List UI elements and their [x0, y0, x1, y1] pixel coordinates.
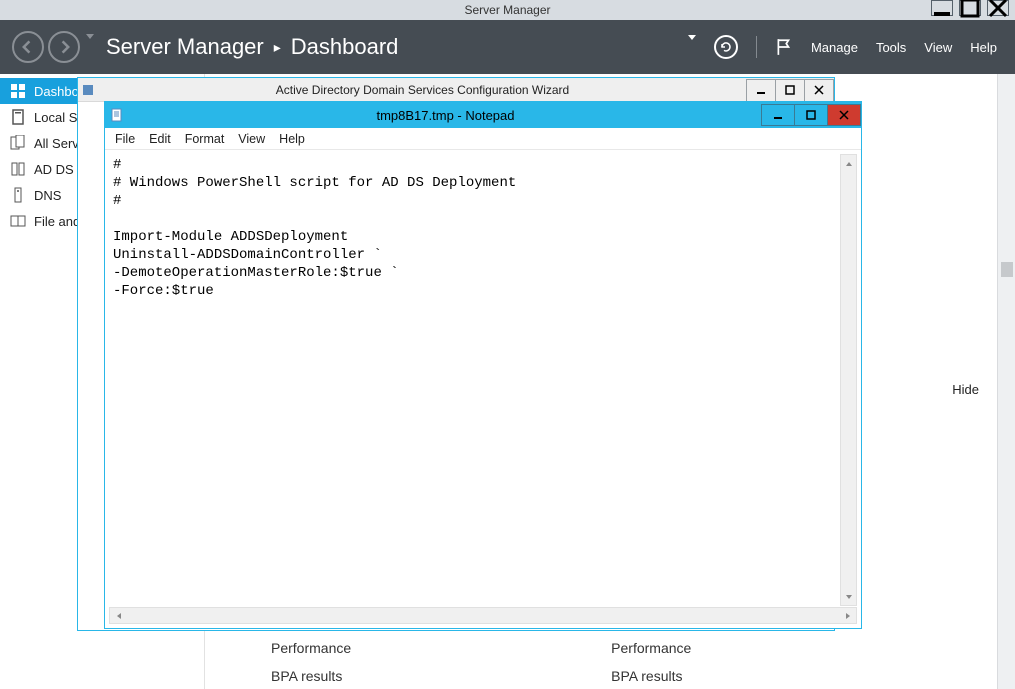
wizard-maximize-button[interactable] — [775, 79, 805, 101]
notepad-menu-file[interactable]: File — [115, 132, 135, 146]
wizard-app-icon — [78, 83, 98, 97]
tile-left: Performance BPA results — [241, 634, 351, 689]
sm-maximize-button[interactable] — [959, 0, 981, 16]
sidebar-label-dns: DNS — [34, 188, 61, 203]
menu-tools[interactable]: Tools — [876, 40, 906, 55]
scroll-right-icon[interactable] — [839, 608, 856, 623]
breadcrumb-caret[interactable] — [688, 40, 696, 55]
notepad-vertical-scrollbar[interactable] — [840, 154, 857, 606]
server-manager-title: Server Manager — [0, 3, 1015, 17]
sm-minimize-button[interactable] — [931, 0, 953, 16]
content-scrollbar[interactable] — [997, 74, 1015, 689]
notepad-window: tmp8B17.tmp - Notepad File Edit Format V… — [104, 101, 862, 629]
wizard-close-button[interactable] — [804, 79, 834, 101]
nav-dropdown-caret[interactable] — [86, 39, 94, 57]
notepad-menu-edit[interactable]: Edit — [149, 132, 171, 146]
dns-icon — [10, 187, 26, 203]
header-divider — [756, 36, 757, 58]
sm-close-button[interactable] — [987, 0, 1009, 16]
scroll-up-icon[interactable] — [841, 155, 856, 172]
notepad-horizontal-scrollbar[interactable] — [109, 607, 857, 624]
server-icon — [10, 109, 26, 125]
header-right: Manage Tools View Help — [688, 35, 1015, 59]
notepad-menu-format[interactable]: Format — [185, 132, 225, 146]
notepad-menu-view[interactable]: View — [238, 132, 265, 146]
chevron-right-icon: ▸ — [274, 39, 281, 56]
notepad-menu-help[interactable]: Help — [279, 132, 305, 146]
server-manager-window-buttons — [931, 0, 1009, 16]
tile-right: Performance BPA results — [581, 634, 691, 689]
wizard-window-buttons — [747, 79, 834, 101]
wizard-title: Active Directory Domain Services Configu… — [98, 83, 747, 97]
notepad-text-area[interactable] — [109, 154, 857, 606]
notepad-text-area-wrap — [105, 150, 861, 628]
breadcrumb-app: Server Manager — [106, 34, 264, 60]
notepad-close-button[interactable] — [827, 104, 861, 126]
notepad-title: tmp8B17.tmp - Notepad — [129, 108, 762, 123]
notepad-minimize-button[interactable] — [761, 104, 795, 126]
tile-performance-1[interactable]: Performance — [241, 634, 351, 662]
notifications-flag-icon[interactable] — [775, 38, 793, 56]
nav-arrows — [0, 31, 106, 63]
notepad-menubar: File Edit Format View Help — [105, 128, 861, 150]
breadcrumb: Server Manager ▸ Dashboard — [106, 34, 398, 60]
wizard-minimize-button[interactable] — [746, 79, 776, 101]
adds-icon — [10, 161, 26, 177]
breadcrumb-page: Dashboard — [291, 34, 399, 60]
servers-icon — [10, 135, 26, 151]
notepad-window-buttons — [762, 104, 861, 126]
notepad-titlebar[interactable]: tmp8B17.tmp - Notepad — [105, 102, 861, 128]
menu-view[interactable]: View — [924, 40, 952, 55]
tile-bpa-2[interactable]: BPA results — [581, 662, 691, 689]
nav-back-button[interactable] — [12, 31, 44, 63]
notepad-app-icon — [105, 108, 129, 122]
scroll-left-icon[interactable] — [110, 608, 127, 623]
server-manager-header: Server Manager ▸ Dashboard Manage Tools … — [0, 20, 1015, 74]
scroll-down-icon[interactable] — [841, 588, 856, 605]
refresh-button[interactable] — [714, 35, 738, 59]
tiles-row: Performance BPA results Performance BPA … — [241, 634, 691, 689]
tile-bpa-1[interactable]: BPA results — [241, 662, 351, 689]
tile-performance-2[interactable]: Performance — [581, 634, 691, 662]
scrollbar-thumb[interactable] — [1001, 262, 1013, 277]
wizard-titlebar[interactable]: Active Directory Domain Services Configu… — [78, 78, 834, 102]
storage-icon — [10, 213, 26, 229]
notepad-maximize-button[interactable] — [794, 104, 828, 126]
sidebar-label-adds: AD DS — [34, 162, 74, 177]
menu-manage[interactable]: Manage — [811, 40, 858, 55]
nav-forward-button[interactable] — [48, 31, 80, 63]
dashboard-icon — [10, 83, 26, 99]
menu-help[interactable]: Help — [970, 40, 997, 55]
hide-link[interactable]: Hide — [952, 382, 979, 397]
server-manager-titlebar: Server Manager — [0, 0, 1015, 20]
